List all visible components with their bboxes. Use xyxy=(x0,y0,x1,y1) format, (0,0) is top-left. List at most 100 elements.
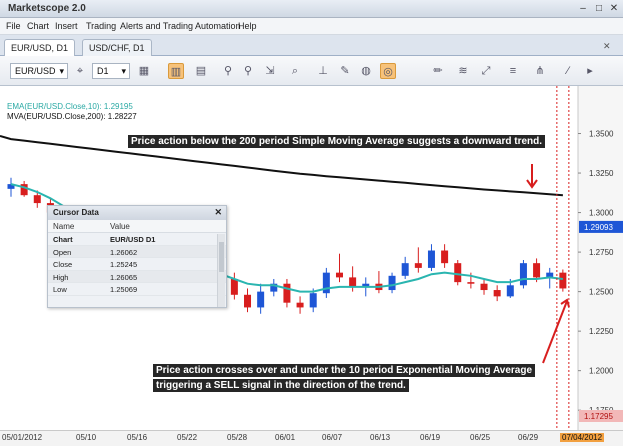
scroll-icon[interactable]: ⇲ xyxy=(262,63,278,79)
row-name: Low xyxy=(53,285,67,294)
date-tick: 05/22 xyxy=(177,433,198,442)
price-tick-label: 1.2500 xyxy=(589,288,614,297)
menu-file[interactable]: File xyxy=(6,21,21,31)
menu-help[interactable]: Help xyxy=(238,21,257,31)
row-name: High xyxy=(53,272,69,282)
cursor-data-column-header: Name Value xyxy=(48,220,226,233)
candles-icon[interactable]: ▥ xyxy=(168,63,184,79)
zoom-icon[interactable]: ⚲ xyxy=(220,63,236,79)
target-icon[interactable]: ◎ xyxy=(380,63,396,79)
fibonacci-icon[interactable]: ≋ xyxy=(455,63,471,79)
column-name: Name xyxy=(53,222,75,231)
cursor-row-high: High 1.26065 xyxy=(48,270,226,283)
tab-usdchf[interactable]: USD/CHF, D1 xyxy=(82,39,152,56)
cursor-data-title: Cursor Data xyxy=(53,208,99,217)
price-tick-label: 1.3250 xyxy=(589,169,614,178)
date-tick: 06/07 xyxy=(322,433,343,442)
properties-icon[interactable]: ▤ xyxy=(193,63,209,79)
date-tick: 06/19 xyxy=(420,433,441,442)
candle-body xyxy=(257,291,265,308)
timeframe-value: D1 xyxy=(97,66,109,76)
row-name: Chart xyxy=(53,235,73,244)
mva-indicator-label: MVA(EUR/USD.Close,200): 1.28227 xyxy=(7,112,137,121)
menu-trading[interactable]: Trading xyxy=(86,21,116,31)
chevron-down-icon: ▾ xyxy=(121,66,126,76)
cursor-row-chart: Chart EUR/USD D1 xyxy=(48,233,226,246)
cursor-row-close: Close 1.25245 xyxy=(48,258,226,271)
candle-body xyxy=(427,250,435,268)
maximize-button[interactable]: □ xyxy=(592,3,606,15)
date-tick: 05/28 xyxy=(227,433,248,442)
candle-body xyxy=(335,272,343,278)
level-icon[interactable]: ⊥ xyxy=(315,63,331,79)
chart-type-icon[interactable]: ▦ xyxy=(136,63,152,79)
price-tick-label: 1.2750 xyxy=(589,248,614,257)
row-name: Open xyxy=(53,247,72,257)
menu-chart[interactable]: Chart xyxy=(27,21,49,31)
candle-body xyxy=(454,263,462,283)
list-icon[interactable]: ≡ xyxy=(505,63,521,79)
cursor-data-panel[interactable]: Cursor Data ✕ Name Value Chart EUR/USD D1 … xyxy=(47,205,227,308)
arrow-right-icon[interactable]: ▸ xyxy=(582,63,598,79)
date-tick-current: 07/04/2012 xyxy=(560,433,605,442)
price-tick-label: 1.2250 xyxy=(589,327,614,336)
minimize-button[interactable]: – xyxy=(576,3,590,15)
close-button[interactable]: ✕ xyxy=(607,3,621,15)
price-tick-label: 1.3500 xyxy=(589,130,614,139)
date-axis: 05/01/2012 05/10 05/16 05/22 05/28 06/01… xyxy=(0,430,623,446)
date-tick: 05/10 xyxy=(76,433,97,442)
candle-body xyxy=(533,263,541,278)
cursor-row-open: Open 1.26062 xyxy=(48,245,226,258)
candle-body xyxy=(493,290,501,297)
cursor-data-scrollbar[interactable] xyxy=(217,234,225,307)
row-value: 1.25069 xyxy=(110,285,138,294)
pencil-icon[interactable]: ✏ xyxy=(430,63,446,79)
globe-icon[interactable]: ◍ xyxy=(358,63,374,79)
date-tick: 06/29 xyxy=(518,433,539,442)
tab-eurusd[interactable]: EUR/USD, D1 xyxy=(4,39,76,56)
symbol-value: EUR/USD xyxy=(15,66,56,76)
candle-body xyxy=(309,293,317,308)
signal-arrow-line xyxy=(542,300,568,364)
candle-body xyxy=(322,272,330,294)
row-value: EUR/USD D1 xyxy=(110,235,156,244)
price-tick-label: 1.2000 xyxy=(589,367,614,376)
scrollbar-thumb[interactable] xyxy=(219,242,224,272)
brush-icon[interactable]: ∕ xyxy=(560,63,576,79)
annotation-bottom-line2: triggering a SELL signal in the directio… xyxy=(153,379,409,392)
candle-body xyxy=(506,285,514,297)
cursor-data-header[interactable]: Cursor Data ✕ xyxy=(48,206,226,220)
date-tick: 06/13 xyxy=(370,433,391,442)
candle-body xyxy=(296,302,304,308)
menu-alerts[interactable]: Alerts and Trading Automation xyxy=(120,21,241,31)
candle-body xyxy=(519,263,527,286)
note-icon[interactable]: ✎ xyxy=(337,63,353,79)
bottom-price-label: 1.17295 xyxy=(584,412,613,421)
tabs-close-icon[interactable]: ✕ xyxy=(603,41,611,52)
window-title: Marketscope 2.0 xyxy=(8,3,86,14)
annotation-top: Price action below the 200 period Simple… xyxy=(128,135,546,148)
crosshair-icon[interactable]: ⌖ xyxy=(72,63,88,79)
date-tick: 05/16 xyxy=(127,433,148,442)
candle-body xyxy=(441,250,449,264)
cursor-row-low: Low 1.25069 xyxy=(48,283,226,296)
line-tool-icon[interactable]: ⤢ xyxy=(478,63,494,79)
candle-body xyxy=(467,282,475,284)
magnify-icon[interactable]: ⌕ xyxy=(287,63,303,79)
zoom-out-icon[interactable]: ⚲ xyxy=(240,63,256,79)
fork-icon[interactable]: ⋔ xyxy=(532,63,548,79)
candle-body xyxy=(401,263,409,276)
annotation-bottom-line1: Price action crosses over and under the … xyxy=(153,364,536,377)
candle-body xyxy=(283,283,291,303)
symbol-select[interactable]: EUR/USD ▾ xyxy=(10,63,68,79)
menu-insert[interactable]: Insert xyxy=(55,21,78,31)
candle-body xyxy=(414,263,422,268)
ema-indicator-label: EMA(EUR/USD.Close,10): 1.29195 xyxy=(7,102,133,111)
row-value: 1.26065 xyxy=(110,272,138,282)
candle-body xyxy=(33,195,41,204)
row-value: 1.25245 xyxy=(110,260,138,269)
timeframe-select[interactable]: D1 ▾ xyxy=(92,63,130,79)
candle-body xyxy=(349,277,357,287)
close-icon[interactable]: ✕ xyxy=(214,207,222,218)
date-tick: 05/01/2012 xyxy=(2,433,43,442)
